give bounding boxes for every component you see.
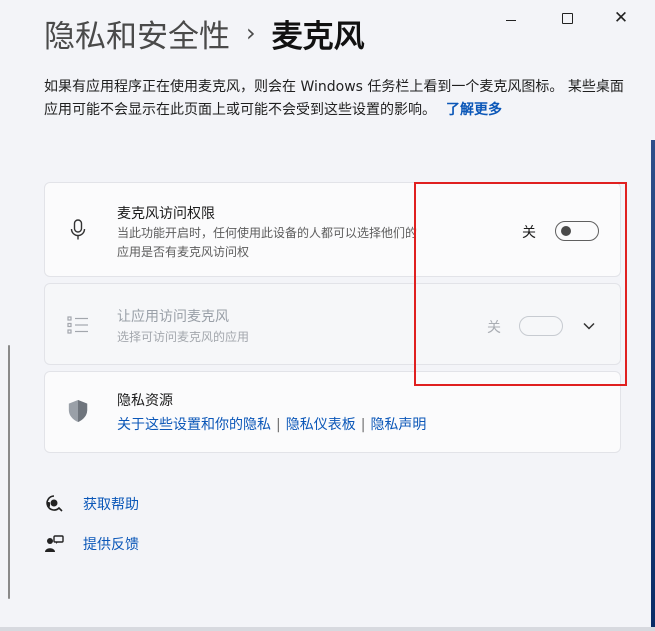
- privacy-dashboard-link[interactable]: 隐私仪表板: [286, 417, 356, 433]
- mic-access-toggle[interactable]: [555, 221, 599, 241]
- app-access-toggle-label: 关: [487, 320, 501, 336]
- mic-access-subtitle: 当此功能开启时，任何使用此设备的人都可以选择他们的应用是否有麦克风访问权: [117, 226, 418, 259]
- close-button[interactable]: ✕: [598, 4, 644, 32]
- feedback-label: 提供反馈: [83, 537, 139, 553]
- bottom-border: [0, 627, 655, 631]
- learn-more-link[interactable]: 了解更多: [446, 102, 502, 118]
- toggle-knob: [561, 226, 571, 236]
- privacy-links: 关于这些设置和你的隐私 | 隐私仪表板 | 隐私声明: [117, 414, 426, 434]
- app-access-toggle[interactable]: [519, 316, 563, 336]
- feedback-link[interactable]: 提供反馈: [44, 534, 139, 554]
- privacy-statement-link[interactable]: 隐私声明: [370, 417, 426, 433]
- minimize-button[interactable]: [488, 4, 534, 32]
- maximize-icon: [561, 12, 573, 24]
- get-help-label: 获取帮助: [83, 497, 139, 513]
- shield-icon: [67, 400, 89, 422]
- link-separator: |: [276, 417, 281, 433]
- app-access-title: 让应用访问麦克风: [117, 309, 229, 325]
- close-icon: ✕: [613, 8, 629, 28]
- link-separator: |: [360, 417, 366, 433]
- minimize-icon: [506, 19, 516, 21]
- feedback-icon: [44, 534, 64, 554]
- chevron-down-icon[interactable]: [581, 318, 597, 332]
- mic-access-setting: 麦克风访问权限 当此功能开启时，任何使用此设备的人都可以选择他们的应用是否有麦克…: [44, 182, 621, 277]
- breadcrumb-parent[interactable]: 隐私和安全性: [44, 11, 230, 56]
- get-help-link[interactable]: 获取帮助: [44, 494, 139, 514]
- page-description: 如果有应用程序正在使用麦克风，则会在 Windows 任务栏上看到一个麦克风图标…: [44, 76, 624, 122]
- breadcrumb: 隐私和安全性 › 麦克风: [44, 10, 365, 56]
- page-title: 麦克风: [271, 18, 365, 55]
- description-text: 如果有应用程序正在使用麦克风，则会在 Windows 任务栏上看到一个麦克风图标…: [44, 79, 624, 118]
- list-icon: [67, 314, 89, 336]
- privacy-settings-link[interactable]: 关于这些设置和你的隐私: [117, 417, 271, 433]
- help-icon: [44, 494, 64, 514]
- app-access-setting[interactable]: 让应用访问麦克风 选择可访问麦克风的应用 关: [44, 283, 621, 365]
- microphone-icon: [67, 219, 89, 241]
- privacy-title: 隐私资源: [117, 393, 173, 409]
- maximize-button[interactable]: [544, 4, 590, 32]
- app-access-subtitle: 选择可访问麦克风的应用: [117, 330, 250, 344]
- scrollbar[interactable]: [8, 345, 10, 599]
- privacy-resources: 隐私资源 关于这些设置和你的隐私 | 隐私仪表板 | 隐私声明: [44, 371, 621, 453]
- mic-access-title: 麦克风访问权限: [117, 206, 215, 222]
- breadcrumb-separator: ›: [246, 19, 256, 47]
- mic-access-toggle-label: 关: [522, 225, 536, 241]
- desktop-edge: [651, 140, 655, 631]
- settings-window: ✕ 隐私和安全性 › 麦克风 如果有应用程序正在使用麦克风，则会在 Window…: [0, 0, 655, 631]
